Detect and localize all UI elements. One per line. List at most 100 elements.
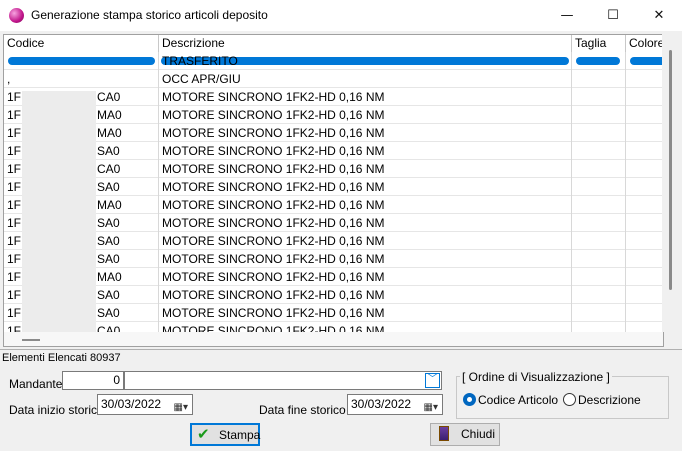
mandante-code-field[interactable]: 0	[62, 371, 124, 390]
codice-suffix-text: MA0	[97, 270, 122, 284]
stampa-button[interactable]: ✔ Stampa	[190, 423, 260, 446]
horizontal-scrollbar[interactable]	[3, 332, 664, 347]
codice-suffix-text: SA0	[97, 144, 120, 158]
cell-colore	[626, 250, 662, 268]
table-row[interactable]: 1F CA0 MOTORE SINCRONO 1FK2-HD 0,16 NM	[4, 160, 662, 178]
data-inizio-picker[interactable]: 30/03/2022 ▦▾	[97, 394, 193, 415]
minimize-button[interactable]: —	[544, 0, 590, 31]
calendar-icon[interactable]: ▦▾	[174, 398, 188, 417]
codice-suffix-text: MA0	[97, 198, 122, 212]
maximize-button[interactable]: ☐	[590, 0, 636, 31]
cell-descrizione: MOTORE SINCRONO 1FK2-HD 0,16 NM	[159, 214, 572, 232]
radio-codice-articolo-label[interactable]: Codice Articolo	[478, 393, 558, 407]
horizontal-scroll-thumb[interactable]	[22, 339, 40, 341]
cell-taglia	[572, 70, 626, 88]
mandante-label: Mandante	[9, 377, 63, 391]
cell-descrizione: MOTORE SINCRONO 1FK2-HD 0,16 NM	[159, 142, 572, 160]
data-inizio-value: 30/03/2022	[101, 397, 162, 411]
radio-codice-articolo[interactable]	[463, 393, 476, 406]
codice-text: 1F	[7, 234, 22, 248]
col-header-taglia[interactable]: Taglia	[572, 35, 626, 52]
codice-text: 1F	[7, 252, 22, 266]
cell-codice: ,	[4, 70, 159, 88]
cell-taglia	[572, 160, 626, 178]
redacted-codes	[22, 91, 96, 333]
chiudi-button[interactable]: Chiudi	[430, 423, 500, 446]
cell-colore	[626, 268, 662, 286]
cell-descrizione: MOTORE SINCRONO 1FK2-HD 0,16 NM	[159, 160, 572, 178]
descrizione-text: MOTORE SINCRONO 1FK2-HD 0,16 NM	[162, 108, 385, 122]
data-fine-value: 30/03/2022	[351, 397, 412, 411]
cell-descrizione: MOTORE SINCRONO 1FK2-HD 0,16 NM	[159, 178, 572, 196]
table-row[interactable]: 1F MA0 MOTORE SINCRONO 1FK2-HD 0,16 NM	[4, 124, 662, 142]
codice-text: 1F	[7, 180, 22, 194]
col-header-colore[interactable]: Colore	[626, 35, 662, 52]
descrizione-text: MOTORE SINCRONO 1FK2-HD 0,16 NM	[162, 126, 385, 140]
cell-taglia	[572, 214, 626, 232]
cell-colore	[626, 286, 662, 304]
table-row[interactable]: 1F SA0 MOTORE SINCRONO 1FK2-HD 0,16 NM	[4, 214, 662, 232]
cell-taglia	[572, 304, 626, 322]
cell-descrizione: MOTORE SINCRONO 1FK2-HD 0,16 NM	[159, 124, 572, 142]
table-row[interactable]: 1F SA0 MOTORE SINCRONO 1FK2-HD 0,16 NM	[4, 178, 662, 196]
codice-suffix-text: SA0	[97, 216, 120, 230]
cell-colore	[626, 214, 662, 232]
articoli-grid[interactable]: Codice Descrizione Taglia Colore TRASFER…	[3, 34, 663, 334]
cell-colore	[626, 304, 662, 322]
mandante-select[interactable]: ﹀	[124, 371, 442, 390]
table-row[interactable]: 1F SA0 MOTORE SINCRONO 1FK2-HD 0,16 NM	[4, 142, 662, 160]
codice-suffix-text: SA0	[97, 288, 120, 302]
separator	[0, 349, 682, 350]
exit-door-icon	[439, 426, 449, 441]
cell-colore	[626, 196, 662, 214]
cell-descrizione: MOTORE SINCRONO 1FK2-HD 0,16 NM	[159, 268, 572, 286]
chevron-down-icon[interactable]: ﹀	[425, 373, 440, 388]
chiudi-label: Chiudi	[461, 427, 496, 441]
table-row[interactable]: 1F MA0 MOTORE SINCRONO 1FK2-HD 0,16 NM	[4, 196, 662, 214]
table-row[interactable]: 1F SA0 MOTORE SINCRONO 1FK2-HD 0,16 NM	[4, 286, 662, 304]
selection-highlight	[576, 57, 620, 65]
cell-taglia	[572, 142, 626, 160]
codice-suffix-text: SA0	[97, 180, 120, 194]
vertical-scrollbar[interactable]	[662, 34, 678, 332]
cell-colore	[626, 178, 662, 196]
radio-descrizione[interactable]	[563, 393, 576, 406]
vertical-scroll-thumb[interactable]	[669, 50, 672, 290]
table-row[interactable]: 1F MA0 MOTORE SINCRONO 1FK2-HD 0,16 NM	[4, 106, 662, 124]
close-button[interactable]: ✕	[636, 0, 682, 31]
descrizione-text: MOTORE SINCRONO 1FK2-HD 0,16 NM	[162, 288, 385, 302]
table-row[interactable]: 1F MA0 MOTORE SINCRONO 1FK2-HD 0,16 NM	[4, 268, 662, 286]
cell-descrizione: MOTORE SINCRONO 1FK2-HD 0,16 NM	[159, 250, 572, 268]
cell-descrizione: MOTORE SINCRONO 1FK2-HD 0,16 NM	[159, 304, 572, 322]
table-row[interactable]: 1F SA0 MOTORE SINCRONO 1FK2-HD 0,16 NM	[4, 250, 662, 268]
codice-text: 1F	[7, 126, 22, 140]
col-header-descrizione[interactable]: Descrizione	[159, 35, 572, 52]
descrizione-text: MOTORE SINCRONO 1FK2-HD 0,16 NM	[162, 198, 385, 212]
data-fine-picker[interactable]: 30/03/2022 ▦▾	[347, 394, 443, 415]
descrizione-text: MOTORE SINCRONO 1FK2-HD 0,16 NM	[162, 270, 385, 284]
descrizione-text: MOTORE SINCRONO 1FK2-HD 0,16 NM	[162, 180, 385, 194]
cell-descrizione: TRASFERITO	[159, 52, 572, 70]
cell-taglia	[572, 178, 626, 196]
codice-suffix-text: CA0	[97, 90, 121, 104]
cell-colore	[626, 52, 662, 70]
radio-descrizione-label[interactable]: Descrizione	[578, 393, 641, 407]
cell-colore	[626, 160, 662, 178]
table-row[interactable]: , OCC APR/GIU	[4, 70, 662, 88]
col-header-codice[interactable]: Codice	[4, 35, 159, 52]
table-row[interactable]: TRASFERITO	[4, 52, 662, 70]
codice-text: 1F	[7, 306, 22, 320]
cell-taglia	[572, 106, 626, 124]
calendar-icon[interactable]: ▦▾	[424, 398, 438, 417]
codice-suffix-text: MA0	[97, 126, 122, 140]
codice-suffix-text: CA0	[97, 162, 121, 176]
table-row[interactable]: 1F SA0 MOTORE SINCRONO 1FK2-HD 0,16 NM	[4, 304, 662, 322]
data-fine-label: Data fine storico	[259, 403, 346, 417]
table-row[interactable]: 1F SA0 MOTORE SINCRONO 1FK2-HD 0,16 NM	[4, 232, 662, 250]
app-icon	[9, 8, 24, 23]
ordine-legend: [ Ordine di Visualizzazione ]	[460, 370, 612, 384]
descrizione-text: MOTORE SINCRONO 1FK2-HD 0,16 NM	[162, 252, 385, 266]
codice-text: 1F	[7, 90, 22, 104]
codice-text: 1F	[7, 288, 22, 302]
table-row[interactable]: 1F CA0 MOTORE SINCRONO 1FK2-HD 0,16 NM	[4, 88, 662, 106]
